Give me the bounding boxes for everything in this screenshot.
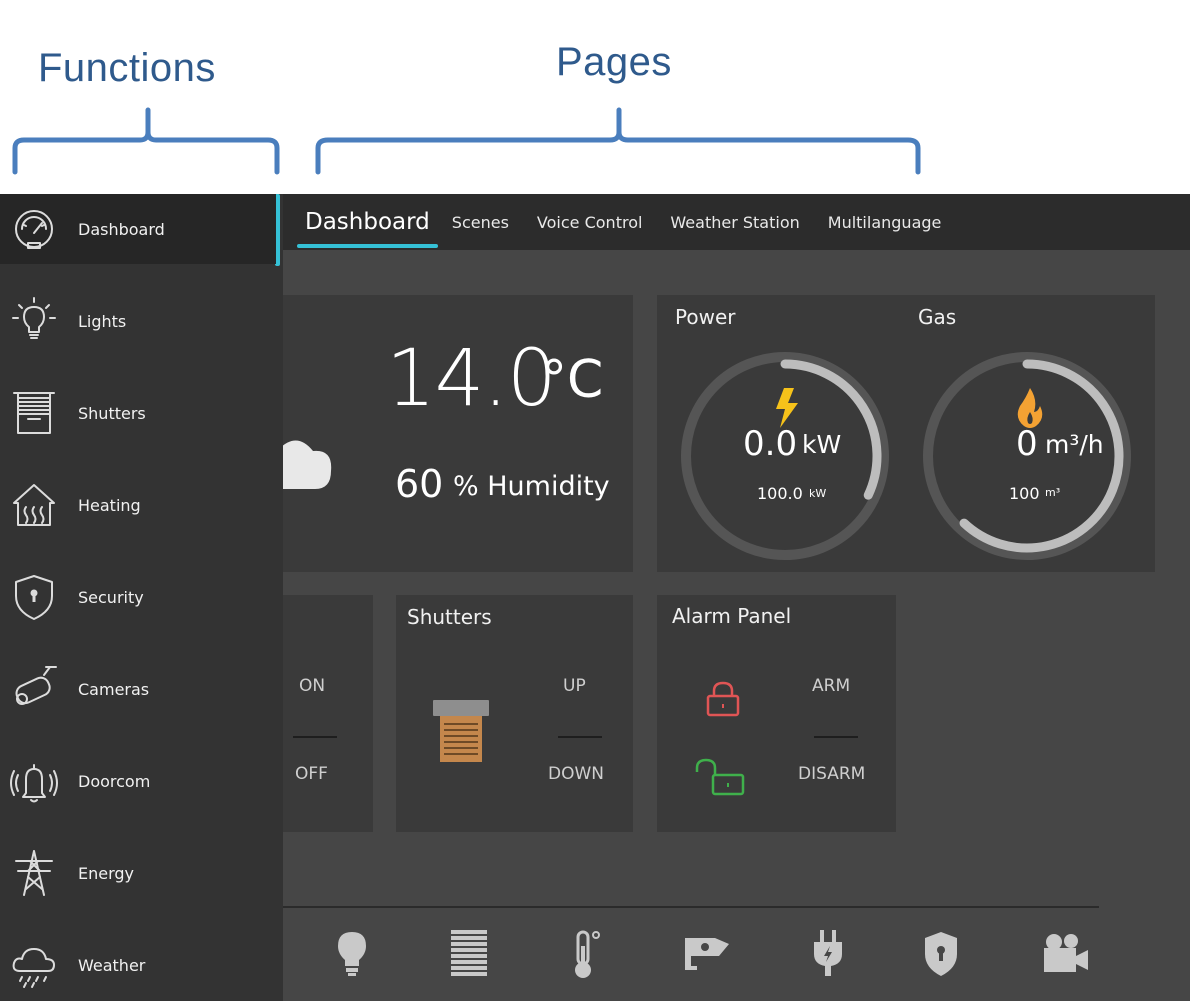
lights-switch-divider (293, 736, 337, 738)
gas-max-unit: m³ (1045, 486, 1061, 499)
thermometer-icon (575, 930, 600, 978)
sidebar-item-shutters[interactable]: Shutters (0, 378, 276, 448)
shutters-down-button[interactable]: DOWN (548, 764, 604, 784)
gauge-icon (8, 203, 60, 255)
bell-icon (8, 755, 60, 807)
power-value: 0.0 (743, 424, 798, 464)
functions-brace (12, 107, 280, 175)
app-window: Dashboard Scenes Voice Control Weather Stat… (0, 194, 1190, 1001)
plug-icon (814, 930, 842, 976)
sidebar-item-security[interactable]: Security (0, 562, 276, 632)
power-title: Power (675, 305, 736, 329)
humidity-label: % Humidity (453, 471, 610, 502)
humidity-value: 60 (395, 462, 444, 506)
temperature-value: 14.0 (386, 334, 557, 424)
power-max-unit: kW (809, 487, 827, 500)
lights-on-button[interactable]: ON (299, 676, 325, 696)
power-unit: kW (802, 430, 842, 459)
alarm-panel-title: Alarm Panel (672, 604, 792, 628)
sidebar-item-cameras[interactable]: Cameras (0, 654, 276, 724)
power-max: 100.0 (757, 484, 803, 503)
sidebar-item-heating[interactable]: Heating (0, 470, 276, 540)
pages-annotation: Pages (556, 40, 672, 84)
heating-icon (8, 479, 60, 531)
sidebar-item-label: Weather (78, 955, 146, 975)
tab-scenes[interactable]: Scenes (438, 194, 523, 250)
cloud-icon (279, 440, 332, 489)
camera-icon (685, 938, 729, 970)
sidebar-item-label: Heating (78, 495, 141, 515)
video-camera-icon (1044, 934, 1088, 972)
shutters-title: Shutters (407, 605, 492, 629)
bulb-icon (8, 295, 60, 347)
alarm-arm-button[interactable]: ARM (812, 676, 850, 696)
sidebar-item-label: Doorcom (78, 771, 151, 791)
alarm-panel-card (657, 595, 896, 832)
sidebar-item-dashboard[interactable]: Dashboard (0, 194, 276, 264)
rain-cloud-icon (8, 939, 60, 991)
shield-icon (8, 571, 60, 623)
sidebar-item-label: Energy (78, 863, 135, 883)
functions-sidebar: Dashboard Lights Shutters Heating Security Ca… (0, 194, 283, 1001)
shutters-card (396, 595, 633, 832)
sidebar-item-label: Lights (78, 311, 127, 331)
gas-value: 0 (1016, 424, 1038, 464)
sidebar-item-doorcom[interactable]: Doorcom (0, 746, 276, 816)
lock-closed-icon[interactable] (705, 681, 741, 717)
flame-icon (1017, 388, 1043, 428)
sidebar-item-weather[interactable]: Weather (0, 930, 276, 1000)
bottom-nav-security[interactable] (913, 926, 969, 982)
shutter-icon (433, 700, 489, 762)
shutter-icon (8, 387, 60, 439)
shutter-icon (451, 930, 487, 976)
alarm-disarm-button[interactable]: DISARM (798, 764, 865, 784)
sidebar-item-label: Cameras (78, 679, 150, 699)
tab-multilanguage[interactable]: Multilanguage (814, 194, 956, 250)
shield-icon (925, 932, 957, 976)
sidebar-item-label: Security (78, 587, 144, 607)
lights-switch-card (283, 595, 373, 832)
tab-voice-control[interactable]: Voice Control (523, 194, 657, 250)
bottom-nav-doorcom[interactable] (1038, 926, 1094, 982)
bulb-icon (338, 932, 366, 976)
bottom-nav-energy[interactable] (800, 926, 856, 982)
camera-icon (8, 663, 60, 715)
pages-brace (315, 107, 921, 175)
bottom-nav-shutters[interactable] (441, 926, 497, 982)
sidebar-item-label: Shutters (78, 403, 146, 423)
gas-unit: m³/h (1045, 430, 1104, 459)
sidebar-item-energy[interactable]: Energy (0, 838, 276, 908)
pylon-icon (8, 847, 60, 899)
sidebar-item-lights[interactable]: Lights (0, 286, 276, 356)
tab-weather-station[interactable]: Weather Station (656, 194, 813, 250)
temperature-unit: °C (541, 350, 604, 410)
sidebar-item-label: Dashboard (78, 219, 165, 239)
lightning-icon (776, 388, 798, 428)
tab-dashboard[interactable]: Dashboard (297, 194, 438, 250)
bottom-nav-heating[interactable] (556, 926, 612, 982)
gas-title: Gas (918, 305, 957, 329)
lock-open-icon[interactable] (694, 758, 746, 796)
bottom-nav-divider (283, 906, 1099, 908)
gas-max: 100 (1009, 484, 1040, 503)
lights-off-button[interactable]: OFF (295, 764, 328, 784)
shutters-up-button[interactable]: UP (563, 676, 586, 696)
bottom-nav-cameras[interactable] (679, 926, 735, 982)
functions-annotation: Functions (38, 46, 216, 90)
alarm-divider (814, 736, 858, 738)
bottom-nav-lights[interactable] (324, 926, 380, 982)
shutters-divider (558, 736, 602, 738)
